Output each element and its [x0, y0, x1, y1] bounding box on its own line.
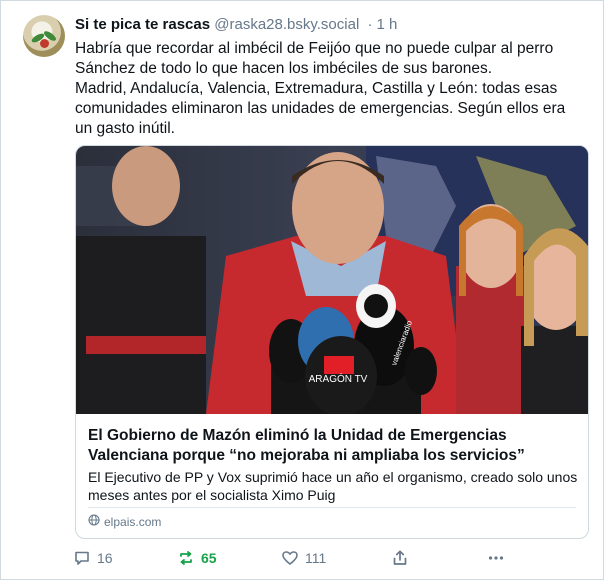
post-text: Habría que recordar al imbécil de Feijóo… [75, 39, 585, 139]
share-icon [391, 549, 409, 567]
link-card-domain: elpais.com [88, 514, 161, 529]
link-preview-image[interactable]: ARAGÓN TV valenciaradio [76, 146, 588, 414]
globe-icon [88, 514, 100, 529]
link-card-description: El Ejecutivo de PP y Vox suprimió hace u… [88, 469, 578, 503]
post-timestamp[interactable]: 1 h [376, 16, 397, 33]
like-button[interactable]: 111 [281, 549, 326, 567]
card-divider [88, 507, 576, 508]
more-options-button[interactable] [487, 549, 505, 567]
repost-button[interactable]: 65 [177, 549, 217, 567]
reply-icon [73, 549, 91, 567]
header-separator: · [367, 16, 373, 33]
author-handle[interactable]: @raska28.bsky.social [214, 16, 359, 33]
repost-count: 65 [201, 550, 217, 566]
post-paragraph: Madrid, Andalucía, Valencia, Extremadura… [75, 80, 566, 137]
post-actions: 16 65 111 [73, 549, 523, 569]
rose-icon [40, 39, 49, 48]
heart-icon [281, 549, 299, 567]
post-card[interactable]: Si te pica te rascas @raska28.bsky.socia… [0, 0, 604, 580]
share-button[interactable] [391, 549, 409, 567]
author-name[interactable]: Si te pica te rascas [75, 16, 210, 33]
author-avatar[interactable] [23, 15, 65, 57]
link-card-title[interactable]: El Gobierno de Mazón eliminó la Unidad d… [88, 426, 578, 466]
reply-count: 16 [97, 550, 113, 566]
like-count: 111 [305, 550, 327, 566]
link-preview-card[interactable]: ARAGÓN TV valenciaradio El Gobierno de M… [75, 145, 589, 539]
domain-label: elpais.com [104, 514, 162, 529]
mic-logo-aragon-tv: ARAGÓN TV [309, 372, 368, 385]
post-paragraph: Habría que recordar al imbécil de Feijóo… [75, 40, 554, 77]
repost-icon [177, 549, 195, 567]
reply-button[interactable]: 16 [73, 549, 113, 567]
more-dots-icon [487, 549, 505, 567]
post-header: Si te pica te rascas @raska28.bsky.socia… [75, 16, 397, 33]
